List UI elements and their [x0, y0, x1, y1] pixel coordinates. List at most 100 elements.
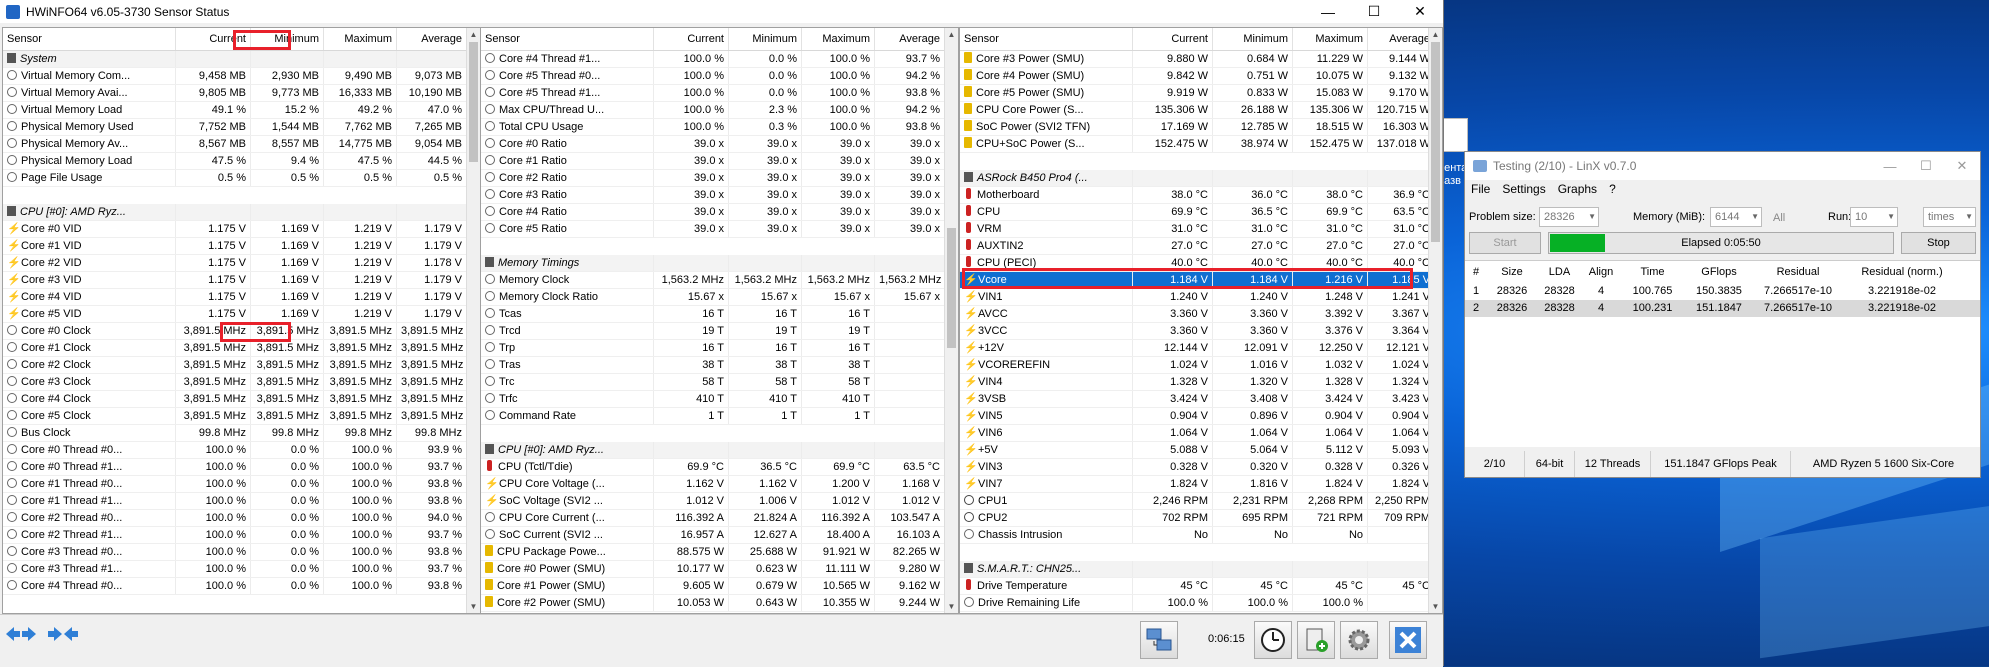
sensor-row[interactable]: Memory Clock Ratio 15.67 x 15.67 x 15.67 x1… — [481, 289, 958, 306]
sensor-row[interactable]: Core #4 Thread #1... 100.0 % 0.0 % 100.0 % 9… — [481, 51, 958, 68]
sensor-row[interactable]: Max CPU/Thread U... 100.0 % 2.3 % 100.0 % 94… — [481, 102, 958, 119]
hwinfo-titlebar[interactable]: HWiNFO64 v6.05-3730 Sensor Status — ☐ ✕ — [0, 0, 1443, 23]
sensor-row[interactable]: Core #1 Power (SMU) 9.605 W 0.679 W 10.565 … — [481, 578, 958, 595]
results-header-cell[interactable]: GFlops — [1685, 261, 1753, 283]
sensor-row[interactable]: Core #3 Thread #1... 100.0 % 0.0 % 100.0 % 9… — [3, 561, 480, 578]
scroll-up-arrow-icon[interactable]: ▲ — [467, 28, 480, 41]
results-header-cell[interactable]: # — [1465, 261, 1487, 283]
linx-maximize-button[interactable]: ☐ — [1908, 152, 1944, 180]
scroll-down-arrow-icon[interactable]: ▼ — [1429, 600, 1442, 613]
sensor-row[interactable]: CPU Core Power (S... 135.306 W 26.188 W 135… — [960, 102, 1442, 119]
scrollbar-thumb[interactable] — [1431, 42, 1440, 242]
close-sensors-button[interactable] — [1389, 621, 1427, 659]
sensor-group-row[interactable]: CPU [#0]: AMD Ryz... — [481, 442, 958, 459]
sensor-group-row[interactable]: Memory Timings — [481, 255, 958, 272]
sensor-row[interactable]: ⚡SoC Voltage (SVI2 ... 1.012 V 1.006 V 1.01… — [481, 493, 958, 510]
sensor-row[interactable]: Tras 38 T 38 T 38 T — [481, 357, 958, 374]
results-header-cell[interactable]: Align — [1582, 261, 1620, 283]
sensor-group-row[interactable]: CPU [#0]: AMD Ryz... — [3, 204, 480, 221]
sensor-row[interactable]: ⚡Core #2 VID 1.175 V 1.169 V 1.219 V 1.178 V — [3, 255, 480, 272]
sensor-row[interactable]: Physical Memory Load 47.5 % 9.4 % 47.5 % 44.… — [3, 153, 480, 170]
report-button[interactable] — [1297, 621, 1335, 659]
collapse-panels-button[interactable] — [45, 621, 81, 647]
scrollbar-thumb[interactable] — [469, 42, 478, 162]
sensor-row[interactable]: Core #5 Thread #0... 100.0 % 0.0 % 100.0 % 9… — [481, 68, 958, 85]
all-checkbox-label[interactable]: All — [1773, 212, 1785, 224]
sensor-row[interactable]: CPU+SoC Power (S... 152.475 W 38.974 W 152.… — [960, 136, 1442, 153]
sensor-row[interactable]: ⚡+12V 12.144 V 12.091 V 12.250 V 12.121 V — [960, 340, 1442, 357]
scrollbar-thumb[interactable] — [947, 228, 956, 348]
menu-help[interactable]: ? — [1609, 182, 1616, 196]
sensor-row[interactable]: ⚡VCOREREFIN 1.024 V 1.016 V 1.032 V 1.024 V — [960, 357, 1442, 374]
column-header-current[interactable]: Current — [1133, 28, 1213, 50]
results-header-cell[interactable]: Size — [1487, 261, 1537, 283]
menu-settings[interactable]: Settings — [1502, 182, 1545, 196]
scroll-down-arrow-icon[interactable]: ▼ — [945, 600, 958, 613]
sensor-row[interactable]: ⚡VIN5 0.904 V 0.896 V 0.904 V 0.904 V — [960, 408, 1442, 425]
results-header-cell[interactable]: LDA — [1537, 261, 1582, 283]
sensor-row[interactable]: Core #3 Clock 3,891.5 MHz 3,891.5 MHz 3,891… — [3, 374, 480, 391]
vertical-scrollbar[interactable]: ▲ ▼ — [944, 28, 958, 613]
sensor-row[interactable]: ⚡AVCC 3.360 V 3.360 V 3.392 V 3.367 V — [960, 306, 1442, 323]
column-header-maximum[interactable]: Maximum — [802, 28, 875, 50]
network-button[interactable] — [1140, 621, 1178, 659]
sensor-row[interactable]: Trc 58 T 58 T 58 T — [481, 374, 958, 391]
minimize-button[interactable]: — — [1305, 0, 1351, 23]
sensor-row[interactable]: ⚡3VCC 3.360 V 3.360 V 3.376 V 3.364 V — [960, 323, 1442, 340]
sensor-row[interactable]: SoC Current (SVI2 ... 16.957 A 12.627 A 18.… — [481, 527, 958, 544]
sensor-row[interactable]: ⚡+5V 5.088 V 5.064 V 5.112 V 5.093 V — [960, 442, 1442, 459]
sensor-row[interactable]: ⚡3VSB 3.424 V 3.408 V 3.424 V 3.423 V — [960, 391, 1442, 408]
sensor-row[interactable]: Core #1 Thread #1... 100.0 % 0.0 % 100.0 % 9… — [3, 493, 480, 510]
sensor-row[interactable]: CPU (Tctl/Tdie) 69.9 °C 36.5 °C 69.9 °C 63.5… — [481, 459, 958, 476]
sensor-row[interactable]: ⚡Core #5 VID 1.175 V 1.169 V 1.219 V 1.179 V — [3, 306, 480, 323]
column-header-minimum[interactable]: Minimum — [729, 28, 802, 50]
sensor-group-row[interactable]: S.M.A.R.T.: CHN25... — [960, 561, 1442, 578]
sensor-row[interactable]: Core #0 Thread #0... 100.0 % 0.0 % 100.0 % 9… — [3, 442, 480, 459]
run-unit-select[interactable]: times ▼ — [1923, 207, 1976, 227]
sensor-row[interactable]: Core #1 Ratio 39.0 x 39.0 x 39.0 x 39.0 x — [481, 153, 958, 170]
column-header-sensor[interactable]: Sensor — [3, 28, 176, 50]
run-count-select[interactable]: 10 ▼ — [1850, 207, 1898, 227]
sensor-row[interactable]: Core #0 Thread #1... 100.0 % 0.0 % 100.0 % 9… — [3, 459, 480, 476]
expand-panels-button[interactable] — [3, 621, 39, 647]
sensor-row[interactable]: Core #2 Thread #1... 100.0 % 0.0 % 100.0 % 9… — [3, 527, 480, 544]
settings-button[interactable] — [1340, 621, 1378, 659]
results-header-cell[interactable]: Residual (norm.) — [1843, 261, 1961, 283]
sensor-row[interactable]: CPU 69.9 °C 36.5 °C 69.9 °C 63.5 °C — [960, 204, 1442, 221]
sensor-row[interactable]: Drive Temperature 45 °C 45 °C 45 °C 45 °C — [960, 578, 1442, 595]
clock-button[interactable] — [1254, 621, 1292, 659]
memory-select[interactable]: 6144 ▼ — [1710, 207, 1762, 227]
linx-titlebar[interactable]: Testing (2/10) - LinX v0.7.0 — ☐ ✕ — [1465, 152, 1980, 180]
sensor-row[interactable]: ⚡VIN1 1.240 V 1.240 V 1.248 V 1.241 V — [960, 289, 1442, 306]
sensor-row[interactable]: Physical Memory Used 7,752 MB 1,544 MB 7,76… — [3, 119, 480, 136]
scroll-down-arrow-icon[interactable]: ▼ — [467, 600, 480, 613]
sensor-row[interactable]: Motherboard 38.0 °C 36.0 °C 38.0 °C 36.9 °C — [960, 187, 1442, 204]
sensor-row[interactable]: SoC Power (SVI2 TFN) 17.169 W 12.785 W 18.5… — [960, 119, 1442, 136]
sensor-row[interactable]: Core #2 Clock 3,891.5 MHz 3,891.5 MHz 3,891… — [3, 357, 480, 374]
sensor-row[interactable]: Tcas 16 T 16 T 16 T — [481, 306, 958, 323]
sensor-row[interactable]: CPU1 2,246 RPM 2,231 RPM 2,268 RPM 2,250 RPM — [960, 493, 1442, 510]
sensor-group-row[interactable]: ASRock B450 Pro4 (... — [960, 170, 1442, 187]
sensor-row[interactable]: ⚡Core #3 VID 1.175 V 1.169 V 1.219 V 1.179 V — [3, 272, 480, 289]
sensor-row[interactable]: Core #5 Ratio 39.0 x 39.0 x 39.0 x 39.0 x — [481, 221, 958, 238]
close-button[interactable]: ✕ — [1397, 0, 1443, 23]
column-header-minimum[interactable]: Minimum — [1213, 28, 1293, 50]
sensor-row[interactable]: CPU Package Powe... 88.575 W 25.688 W 91.92… — [481, 544, 958, 561]
vertical-scrollbar[interactable]: ▲ ▼ — [466, 28, 480, 613]
sensor-row[interactable]: Core #5 Power (SMU) 9.919 W 0.833 W 15.083 … — [960, 85, 1442, 102]
stop-button[interactable]: Stop — [1901, 232, 1976, 254]
sensor-row[interactable]: CPU Core Current (... 116.392 A 21.824 A 11… — [481, 510, 958, 527]
sensor-row[interactable]: Core #5 Clock 3,891.5 MHz 3,891.5 MHz 3,891… — [3, 408, 480, 425]
sensor-row[interactable]: Core #4 Ratio 39.0 x 39.0 x 39.0 x 39.0 x — [481, 204, 958, 221]
linx-minimize-button[interactable]: — — [1872, 152, 1908, 180]
column-header-current[interactable]: Current — [176, 28, 251, 50]
results-header-cell[interactable]: Time — [1620, 261, 1685, 283]
results-header-cell[interactable]: Residual — [1753, 261, 1843, 283]
column-header-average[interactable]: Average — [397, 28, 467, 50]
sensor-row[interactable]: ⚡CPU Core Voltage (... 1.162 V 1.162 V 1.20… — [481, 476, 958, 493]
sensor-row[interactable]: Core #0 Clock 3,891.5 MHz 3,891.5 MHz 3,891… — [3, 323, 480, 340]
column-header-current[interactable]: Current — [654, 28, 729, 50]
sensor-row[interactable]: Drive Remaining Life 100.0 % 100.0 % 100.0 … — [960, 595, 1442, 612]
sensor-row[interactable]: Bus Clock 99.8 MHz 99.8 MHz 99.8 MHz 99.8 MH… — [3, 425, 480, 442]
column-header-minimum[interactable]: Minimum — [251, 28, 324, 50]
